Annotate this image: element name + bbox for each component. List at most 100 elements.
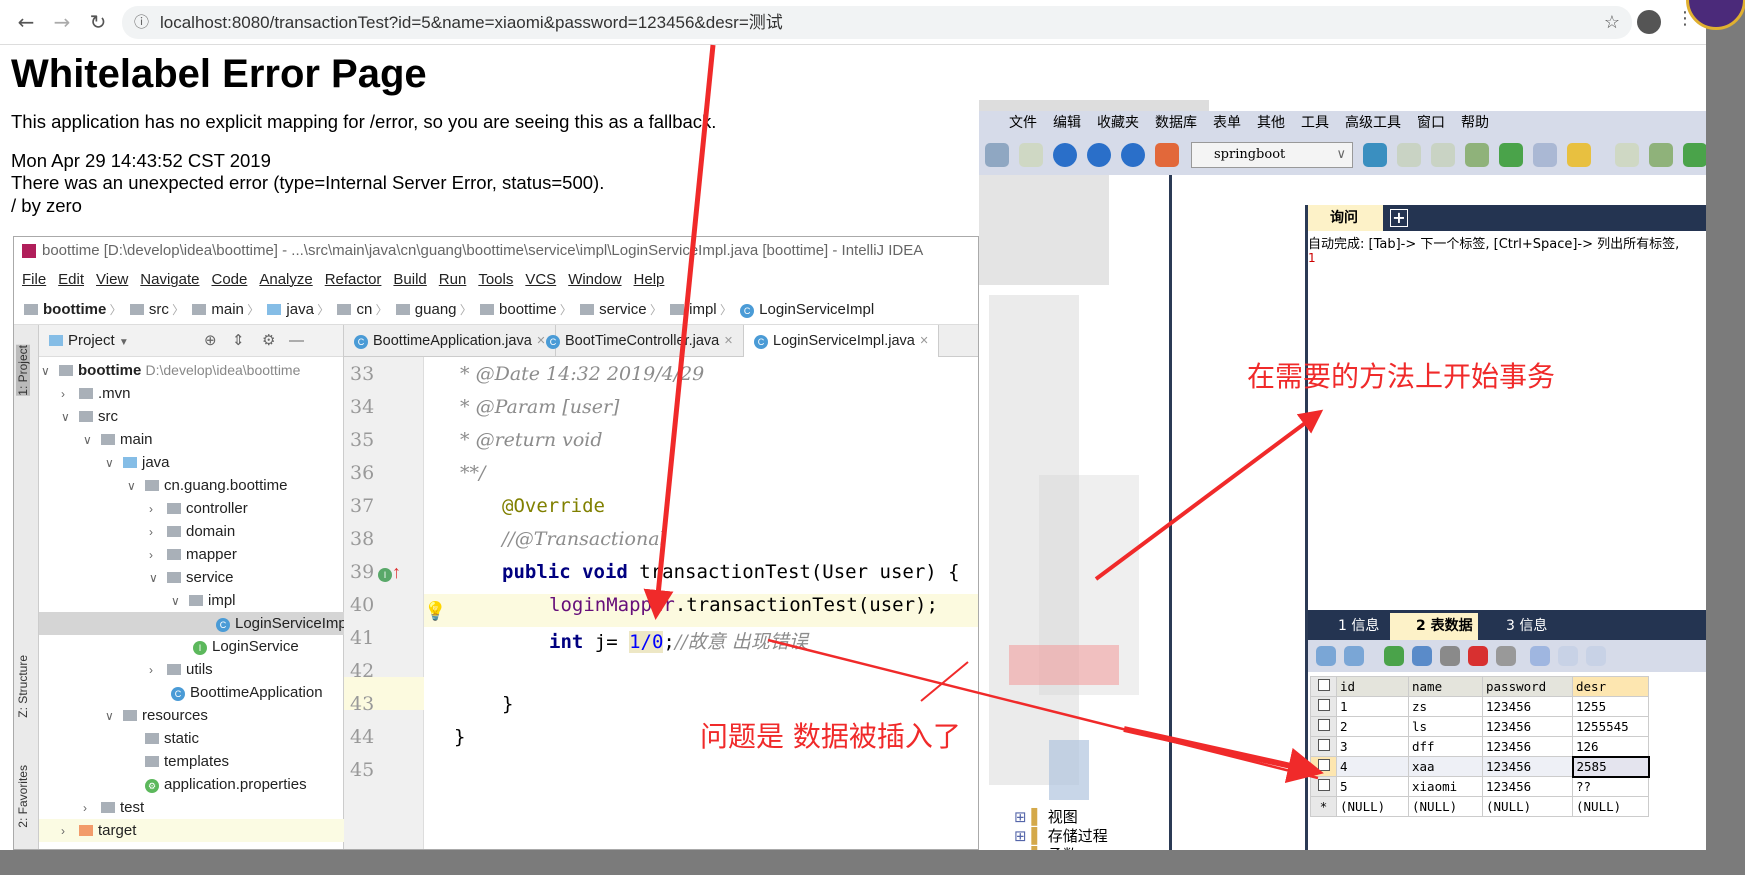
cell[interactable]: zs [1408,696,1483,717]
tree-item[interactable]: › domain [149,520,235,543]
column-header[interactable]: name [1408,676,1483,697]
tree-item[interactable]: static [145,727,199,750]
reload-icon[interactable]: ↻ [84,8,112,36]
project-view-selector[interactable]: Project [68,332,115,349]
menu-help[interactable]: Help [634,271,665,288]
run-icon[interactable] [1053,143,1077,167]
tree-item[interactable]: › mapper [149,543,237,566]
menu-tools[interactable]: Tools [478,271,513,288]
breadcrumb-item[interactable]: impl [670,301,732,318]
cell[interactable]: ls [1408,716,1483,737]
menu-view[interactable]: View [96,271,128,288]
cell[interactable]: ?? [1572,776,1649,797]
row-checkbox[interactable] [1310,776,1337,797]
cell[interactable]: 1 [1336,696,1409,717]
tree-item[interactable]: ∨ main [83,428,153,451]
table-row[interactable]: 2 ls 123456 1255545 [1310,716,1649,737]
tree-item[interactable]: ∨ boottime D:\develop\idea\boottime [41,359,300,382]
cell[interactable]: 123456 [1482,776,1573,797]
import-icon[interactable] [1397,143,1421,167]
forward-icon[interactable]: → [48,8,76,36]
table-row[interactable]: 5 xiaomi 123456?? [1310,776,1649,797]
cell[interactable]: xaa [1408,756,1483,777]
table-row[interactable]: 4 xaa 123456 2585 [1310,755,1650,778]
tree-item-views[interactable]: ⊞ ▌ 视图 [1014,808,1078,826]
close-icon[interactable]: × [724,333,732,349]
breadcrumb-item[interactable]: boottime [24,301,122,318]
cell[interactable]: 2 [1336,716,1409,737]
cancel-icon[interactable] [1496,646,1516,666]
tab-boottime-application[interactable]: C BoottimeApplication.java × [344,325,557,357]
tool-project[interactable]: 1: Project [16,345,30,396]
menu-navigate[interactable]: Navigate [140,271,199,288]
breadcrumb-item[interactable]: java [267,301,329,318]
tree-item[interactable]: › utils [149,658,213,681]
add-row-icon[interactable] [1384,646,1404,666]
breadcrumb-item[interactable]: guang [395,301,472,318]
menu-build[interactable]: Build [393,271,426,288]
menu-window[interactable]: 窗口 [1417,115,1445,131]
cell[interactable]: 3 [1336,736,1409,757]
tab-table-data[interactable]: 2 表数据 [1390,613,1478,640]
tree-item[interactable]: C BoottimeApplication [171,681,323,704]
cell-selected[interactable]: 2585 [1571,755,1650,778]
menu-refactor[interactable]: Refactor [325,271,382,288]
row-checkbox[interactable] [1310,736,1337,757]
gear-icon[interactable]: ⚙ [262,325,275,357]
breadcrumb-item[interactable]: C LoginServiceImpl [740,301,874,318]
tree-item[interactable]: ∨ java [105,451,170,474]
column-header[interactable]: id [1336,676,1409,697]
save-icon[interactable] [1440,646,1460,666]
tool-favorites[interactable]: 2: Favorites [16,765,30,828]
back-icon[interactable]: ← [12,8,40,36]
tab-info-1[interactable]: 1 信息 [1312,613,1390,640]
navicat-object-tree[interactable]: ⊞ ▌ 视图 ⊞ ▌ 存储过程 ⊞ ▌ 函数 [979,175,1172,850]
cell[interactable]: 1255545 [1572,716,1649,737]
menu-vcs[interactable]: VCS [525,271,556,288]
sync-icon[interactable] [1649,143,1673,167]
tab-boottime-controller[interactable]: C BootTimeController.java × [536,325,744,357]
menu-run[interactable]: Run [439,271,467,288]
import-wizard-icon[interactable] [1316,646,1336,666]
code-editor[interactable]: 💡 * @Date 14:32 2019/4/29 * @Param [user… [424,357,978,849]
row-checkbox[interactable] [1310,696,1337,717]
override-arrow-icon[interactable]: ↑ [392,562,401,583]
menu-help[interactable]: 帮助 [1461,115,1489,131]
cell[interactable]: xiaomi [1408,776,1483,797]
export-icon[interactable] [1344,646,1364,666]
menu-database[interactable]: 数据库 [1155,115,1197,131]
tool-structure[interactable]: Z: Structure [16,655,30,718]
tree-item[interactable]: ∨ src [61,405,118,428]
tree-item[interactable]: › .mvn [61,382,131,405]
tree-item[interactable]: I LoginService [193,635,299,658]
menu-other[interactable]: 其他 [1257,115,1285,131]
table-row-new[interactable]: * (NULL) (NULL) (NULL) (NULL) [1310,796,1649,817]
column-header[interactable]: password [1482,676,1573,697]
menu-favorites[interactable]: 收藏夹 [1097,115,1139,131]
export-icon[interactable] [1431,143,1455,167]
user-icon[interactable] [1363,143,1387,167]
run-all-icon[interactable] [1087,143,1111,167]
tree-item-procedures[interactable]: ⊞ ▌ 存储过程 [1014,827,1108,845]
tree-item[interactable]: templates [145,750,229,773]
edit-icon[interactable] [1615,143,1639,167]
step-icon[interactable] [1121,143,1145,167]
cell[interactable]: 123456 [1482,736,1573,757]
implements-icon[interactable]: I [378,568,392,582]
lightbulb-icon[interactable]: 💡 [424,601,446,622]
cell[interactable]: dff [1408,736,1483,757]
text-view-icon[interactable] [1586,646,1606,666]
menu-edit[interactable]: Edit [58,271,84,288]
cell[interactable]: 123456 [1482,716,1573,737]
column-header[interactable]: desr [1572,676,1649,697]
cell[interactable]: (NULL) [1572,796,1649,817]
profile-icon[interactable] [1637,10,1661,34]
cell[interactable]: (NULL) [1336,796,1409,817]
tree-item[interactable]: › target [39,819,344,842]
cell[interactable]: 123456 [1482,696,1573,717]
objects-icon[interactable] [1155,143,1179,167]
table-row[interactable]: 3 dff 123456 126 [1310,736,1649,757]
collapse-icon[interactable]: ⇕ [232,325,245,357]
menu-advanced-tools[interactable]: 高级工具 [1345,115,1401,131]
compare-icon[interactable] [1683,143,1706,167]
